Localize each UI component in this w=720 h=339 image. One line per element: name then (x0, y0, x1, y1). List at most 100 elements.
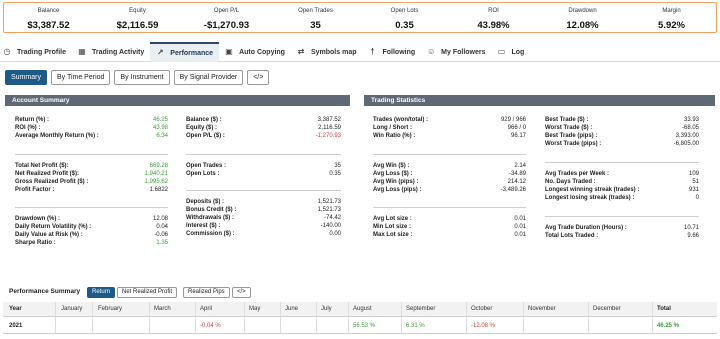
stat-value: 43.98% (477, 20, 510, 31)
subtab-summary[interactable]: Summary (5, 70, 47, 85)
stat-row-open-trades: Open Trades : 35 (186, 162, 341, 170)
stat-row-value: -3,489.26 (500, 187, 526, 193)
stat-row-label: Total Net Profit ($): (15, 163, 69, 169)
stat-value: 35 (310, 20, 321, 31)
stat-row-value: 33.93 (683, 117, 699, 123)
net-realized-profit-button[interactable]: Net Realized Profit (117, 287, 178, 298)
performance-summary-title: Performance Summary (9, 288, 81, 295)
divider (373, 154, 526, 155)
stat-row-value: 0 (695, 195, 699, 201)
column-header-year: Year (9, 306, 22, 312)
stat-row-label: Open Lots : (186, 171, 220, 177)
stat-row-value: -6,805.00 (673, 141, 699, 147)
stat-row-value: 214.12 (507, 179, 526, 185)
column-header-september: September (406, 306, 436, 312)
stat-row-label: Trades (won/total) : (373, 117, 429, 123)
stat-row-label: Open Trades : (186, 163, 227, 169)
calendar-icon: ▦ (78, 47, 86, 56)
stat-row-worst-trade: Worst Trade ($) : -68.05 (545, 124, 699, 132)
stat-row-max-lot-size: Max Lot size : 0.01 (373, 231, 526, 239)
stat-row-value: 1.35 (156, 240, 168, 246)
tab-trading-profile[interactable]: ◷ Trading Profile (0, 42, 72, 62)
tab-auto-copying[interactable]: ▣ Auto Copying (219, 42, 291, 62)
stat-row-interest: Interest ($) : -140.00 (186, 222, 341, 230)
stat-row-value: 2.14 (514, 163, 526, 169)
stat-row-label: No. Days Traded : (545, 179, 596, 185)
stat-row-value: -68.05 (681, 125, 699, 131)
table-row: 2021 -0.04 % 56.53 % 6.31 % -12.08 % 46.25 % (3, 319, 717, 333)
stat-open-lots: Open Lots 0.35 (360, 3, 449, 32)
column-divider (401, 302, 402, 333)
divider (15, 154, 168, 155)
realized-pips-button[interactable]: Realized Pips (183, 287, 230, 298)
column-divider (523, 302, 524, 333)
stat-row-label: Longest winning streak (trades) : (545, 187, 640, 193)
stat-row-label: Average Monthly Return (%) : (15, 133, 99, 139)
column-divider (652, 302, 653, 333)
stat-value: $2,116.59 (116, 20, 159, 31)
stat-row-label: Long / Short : (373, 125, 412, 131)
stat-row-value: 96.17 (510, 133, 526, 139)
stat-row-value: -0.06 (154, 232, 168, 238)
stat-row-daily-value-at-risk: Daily Value at Risk (%) : -0.06 (15, 231, 168, 239)
stat-row-label: Avg Trade Duration (Hours) : (545, 225, 627, 231)
stat-row-balance: Balance ($) : 3,387.52 (186, 116, 341, 124)
stat-row-value: 3,387.52 (317, 117, 341, 123)
subtab-by-time-period[interactable]: By Time Period (50, 70, 111, 85)
column-divider (466, 302, 467, 333)
column-header-february: February (98, 306, 123, 312)
stat-row-label: Avg Win (pips) : (373, 179, 419, 185)
stat-row-worst-trade-pips: Worst Trade (pips) : -6,805.00 (545, 140, 699, 148)
stat-row-daily-return-volatility: Daily Return Volatility (%) : 0.04 (15, 223, 168, 231)
stat-label: Open Lots (390, 8, 419, 14)
stat-row-label: Worst Trade (pips) : (545, 141, 602, 147)
column-divider (244, 302, 245, 333)
column-header-total: Total (657, 306, 671, 312)
embed-code-button[interactable]: </> (247, 70, 270, 85)
tab-log[interactable]: ▭ Log (492, 42, 531, 62)
stat-row-value: 3,393.00 (675, 133, 699, 139)
tab-label: My Followers (441, 48, 486, 56)
stat-row-avg-win: Avg Win ($) : 2.14 (373, 162, 526, 170)
stat-row-commission: Commission ($) : 0.00 (186, 230, 341, 238)
stat-value: -$1,270.93 (203, 20, 250, 31)
tab-my-followers[interactable]: ☺ My Followers (421, 42, 491, 62)
stat-row-label: Best Trade ($) : (545, 117, 589, 123)
table-cell-august: 56.53 % (353, 323, 376, 329)
stat-row-label: Avg Win ($) : (373, 163, 410, 169)
tab-symbols-map[interactable]: ⇄ Symbols map (291, 42, 363, 62)
stat-label: Open Trades (298, 8, 333, 14)
document-icon: ▭ (497, 47, 506, 56)
tab-label: Symbols map (310, 48, 357, 56)
stat-row-label: Worst Trade ($) : (545, 125, 593, 131)
walking-person-icon: † (370, 47, 375, 56)
tab-label: Trading Profile (17, 48, 67, 56)
stat-row-deposits: Deposits ($) : 1,521.73 (186, 198, 341, 206)
embed-code-button[interactable]: </> (232, 287, 251, 298)
stat-row-profit-factor: Profit Factor : 1.6822 (15, 186, 168, 194)
tab-following[interactable]: † Following (362, 42, 421, 62)
stat-row-avg-win-pips: Avg Win (pips) : 214.12 (373, 178, 526, 186)
subtab-by-signal-provider[interactable]: By Signal Provider (173, 70, 244, 85)
divider (373, 207, 526, 208)
tab-trading-activity[interactable]: ▦ Trading Activity (72, 42, 150, 62)
subtab-by-instrument[interactable]: By Instrument (114, 70, 170, 85)
tab-performance[interactable]: ↗ Performance (150, 42, 220, 62)
clock-icon: ◷ (3, 47, 11, 56)
return-button[interactable]: Return (87, 287, 116, 298)
stat-row-value: 43.98 (152, 125, 168, 131)
tab-label: Following (382, 48, 416, 56)
stat-row-win-ratio: Win Ratio (%) : 96.17 (373, 132, 526, 140)
stat-row-total-lots-traded: Total Lots Traded : 9.66 (545, 232, 699, 240)
stat-row-sharpe-ratio: Sharpe Ratio : 1.35 (15, 239, 168, 247)
stat-row-value: 51 (692, 179, 699, 185)
stat-row-value: 1,521.73 (317, 199, 341, 205)
stat-open-p-l: Open P/L -$1,270.93 (182, 3, 271, 32)
table-divider (3, 316, 717, 317)
column-divider (195, 302, 196, 333)
column-divider (316, 302, 317, 333)
stat-label: Balance (37, 8, 60, 14)
table-cell-september: 6.31 % (406, 323, 425, 329)
tab-label: Log (511, 48, 525, 56)
stat-value: 12.08% (566, 20, 599, 31)
